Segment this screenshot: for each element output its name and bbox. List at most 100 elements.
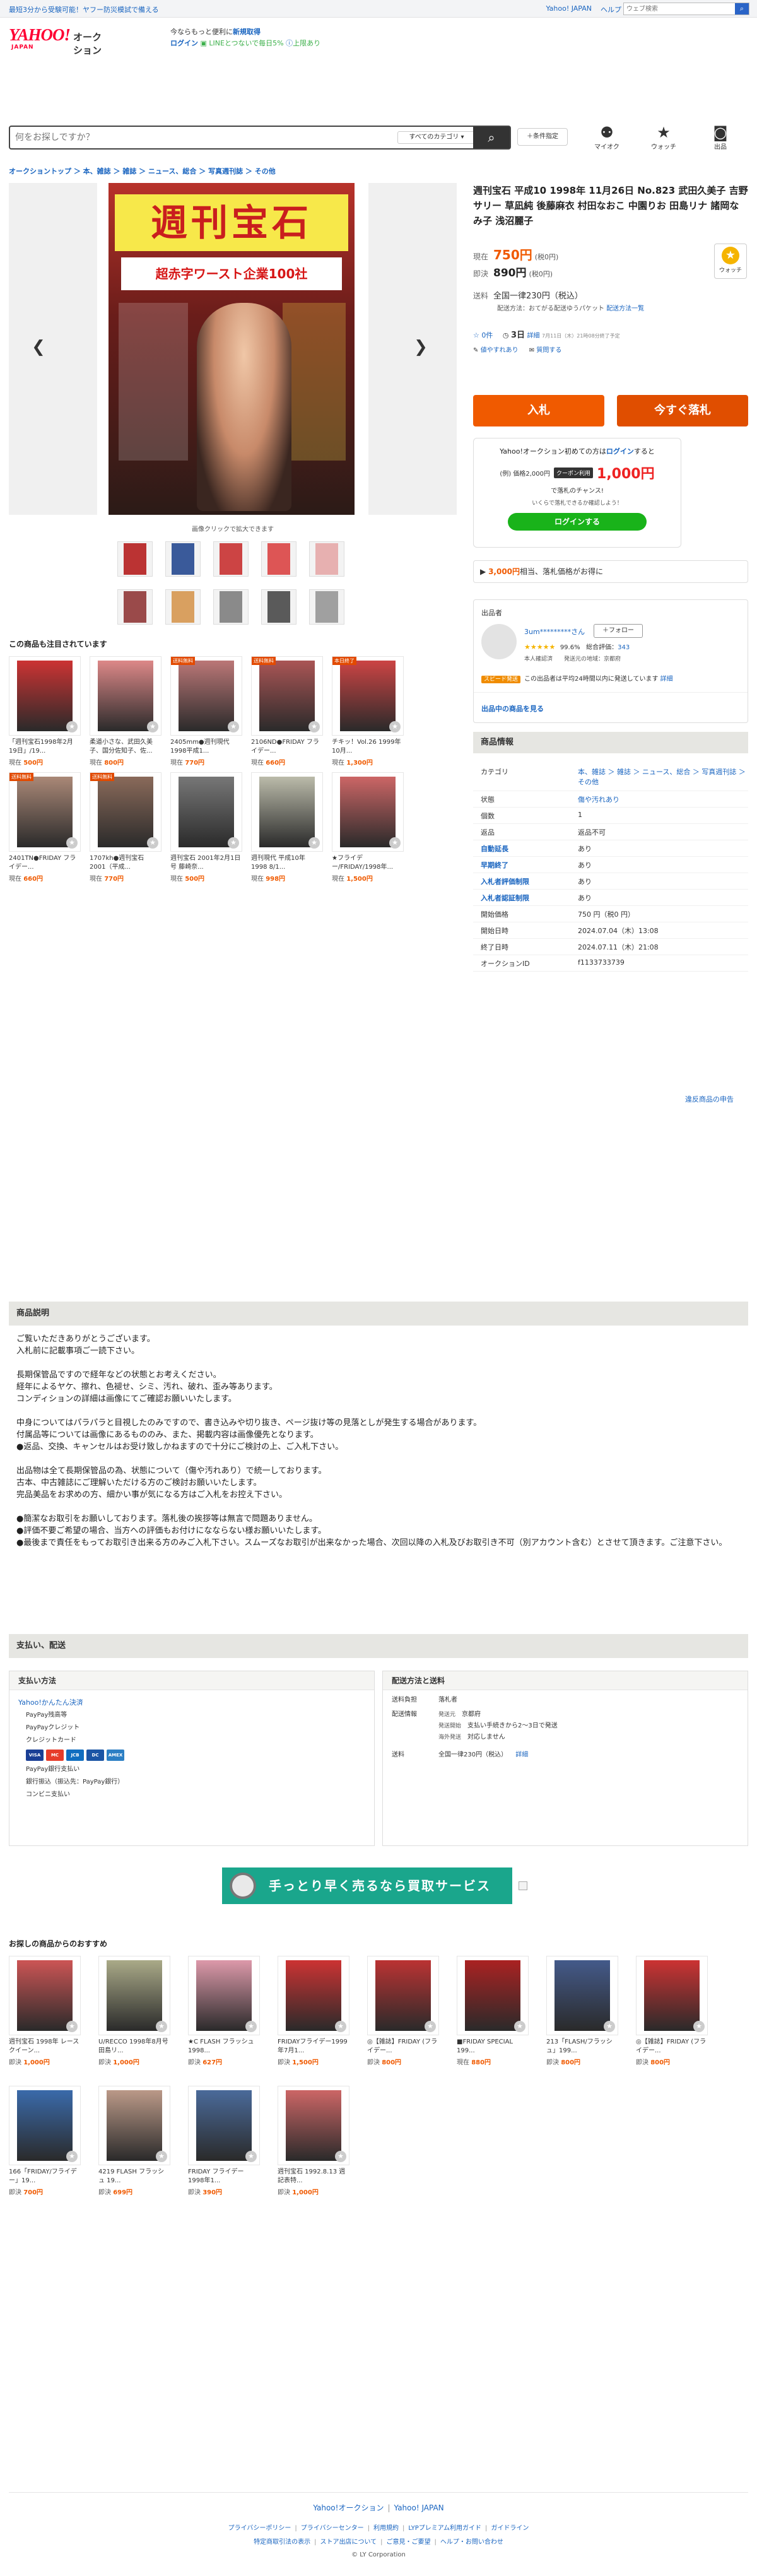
points-banner[interactable]: ▶ 3,000円相当、落札価格がお得に bbox=[473, 560, 748, 583]
broken-image-icon[interactable] bbox=[519, 1881, 527, 1890]
item-card[interactable]: ★ 「週刊宝石1998年2月19日」/19... 現在 500円 bbox=[9, 656, 81, 767]
footer-link[interactable]: 利用規約 bbox=[373, 2525, 399, 2532]
star-icon[interactable]: ★ bbox=[66, 2021, 78, 2032]
star-icon[interactable]: ★ bbox=[147, 837, 158, 849]
info-key[interactable]: 入札者評価制限 bbox=[473, 876, 578, 886]
footer-link[interactable]: 特定商取引法の表示 bbox=[254, 2539, 310, 2546]
item-card-title[interactable]: 4219 FLASH フラッシュ 19... bbox=[98, 2168, 170, 2185]
item-card[interactable]: ★ U/RECCO 1998年8月号 田島リ... 即決 1,000円 bbox=[98, 1956, 170, 2066]
thumbnail[interactable] bbox=[117, 541, 153, 577]
item-card-title[interactable]: 2401TN●FRIDAY フライデー... bbox=[9, 854, 81, 872]
footer-link[interactable]: プライバシーセンター bbox=[301, 2525, 364, 2532]
item-card-title[interactable]: ★C FLASH フラッシュ 1998... bbox=[188, 2038, 260, 2056]
item-card-image[interactable]: ★ bbox=[188, 2086, 260, 2165]
category-select[interactable]: すべてのカテゴリ ▾ bbox=[397, 131, 476, 144]
item-card-image[interactable]: ★ bbox=[90, 656, 161, 736]
star-icon[interactable]: ★ bbox=[425, 2021, 436, 2032]
signup-link[interactable]: 新規取得 bbox=[233, 28, 261, 36]
info-key[interactable]: 自動延長 bbox=[473, 844, 578, 854]
bid-button[interactable]: 入札 bbox=[473, 395, 604, 426]
item-card[interactable]: 送料無料 ★ 2401TN●FRIDAY フライデー... 現在 660円 bbox=[9, 772, 81, 883]
thumbnail[interactable] bbox=[309, 541, 344, 577]
item-card[interactable]: 送料無料 ★ 2405mm●週刊現代 1998平成1... 現在 770円 bbox=[170, 656, 242, 767]
item-card-image[interactable]: 送料無料 ★ bbox=[9, 772, 81, 852]
star-icon[interactable]: ★ bbox=[335, 2021, 346, 2032]
item-card[interactable]: 本日終了 ★ チキッ！Vol.26 1999年10月... 現在 1,300円 bbox=[332, 656, 404, 767]
item-card[interactable]: ★ ★フライデー/FRIDAY/1998年... 現在 1,500円 bbox=[332, 772, 404, 883]
shipping-detail-link[interactable]: 詳細 bbox=[515, 1751, 528, 1758]
item-card-title[interactable]: 2106ND●FRIDAY フライデー... bbox=[251, 738, 323, 756]
thumbnail[interactable] bbox=[165, 541, 201, 577]
item-card[interactable]: ★ ★C FLASH フラッシュ 1998... 即決 627円 bbox=[188, 1956, 260, 2066]
line-promo-text[interactable]: LINEとつないで毎日5% bbox=[209, 39, 283, 47]
star-icon[interactable]: ★ bbox=[308, 721, 320, 732]
footer-link[interactable]: LYPプレミアム利用ガイド bbox=[408, 2525, 481, 2532]
conditions-button[interactable]: ＋条件指定 bbox=[517, 128, 568, 146]
item-card-title[interactable]: ★フライデー/FRIDAY/1998年... bbox=[332, 854, 404, 872]
info-value[interactable]: 本、雑誌 ＞ 雑誌 ＞ ニュース、総合 ＞ 写真週刊誌 ＞ その他 bbox=[578, 767, 748, 787]
footer-link[interactable]: ヘルプ・お問い合わせ bbox=[440, 2539, 503, 2546]
item-card-image[interactable]: ★ bbox=[278, 2086, 349, 2165]
item-card[interactable]: ★ ◎【雑誌】FRIDAY (フライデー... 即決 800円 bbox=[367, 1956, 439, 2066]
report-link[interactable]: 違反商品の申告 bbox=[685, 1094, 734, 1104]
thumbnail[interactable] bbox=[309, 589, 344, 625]
star-icon[interactable]: ★ bbox=[156, 2021, 167, 2032]
star-icon[interactable]: ★ bbox=[245, 2151, 257, 2162]
item-card-title[interactable]: FRIDAY フライデー 1998年1... bbox=[188, 2168, 260, 2185]
thumbnail[interactable] bbox=[117, 589, 153, 625]
chevron-left-icon[interactable]: ❮ bbox=[30, 334, 47, 360]
seller-name[interactable]: 3um*********さん bbox=[524, 626, 585, 637]
star-icon[interactable]: ★ bbox=[604, 2021, 615, 2032]
main-item-image[interactable]: 週刊宝石 超赤字ワースト企業100社 bbox=[109, 183, 355, 515]
buyback-banner[interactable]: 手っとり早く売るなら買取サービス bbox=[222, 1867, 512, 1904]
speed-detail-link[interactable]: 詳細 bbox=[660, 676, 673, 683]
footer-link[interactable]: ストア出店について bbox=[320, 2539, 377, 2546]
item-card[interactable]: ★ 週刊宝石 1992.8.13 週記表特... 即決 1,000円 bbox=[278, 2086, 349, 2196]
item-card-title[interactable]: 166「FRIDAY/フライデー」19... bbox=[9, 2168, 81, 2185]
item-card-title[interactable]: 2405mm●週刊現代 1998平成1... bbox=[170, 738, 242, 756]
item-card-image[interactable]: ★ bbox=[278, 1956, 349, 2035]
yahoo-japan-link[interactable]: Yahoo! JAPAN bbox=[546, 4, 592, 15]
star-icon[interactable]: ★ bbox=[66, 837, 78, 849]
item-card-image[interactable]: 送料無料 ★ bbox=[170, 656, 242, 736]
item-card[interactable]: ★ ■FRIDAY SPECIAL 199... 現在 880円 bbox=[457, 1956, 529, 2066]
watch-button[interactable]: ★ ウォッチ bbox=[714, 244, 747, 279]
item-card-image[interactable]: ★ bbox=[188, 1956, 260, 2035]
main-search-input[interactable] bbox=[15, 131, 387, 144]
item-card-title[interactable]: 柔道小さな、武田久美子、国分佐知子、佐... bbox=[90, 738, 161, 756]
star-icon[interactable]: ★ bbox=[389, 721, 401, 732]
promo-link[interactable]: 最短3分から受験可能！ヤフー防災模試で備える bbox=[9, 4, 159, 15]
watch-nav[interactable]: ★ ウォッチ bbox=[645, 124, 683, 151]
ask-question-link[interactable]: 質問する bbox=[536, 347, 561, 354]
item-card-title[interactable]: 1707kh●週刊宝石 2001（平成... bbox=[90, 854, 161, 872]
item-card-title[interactable]: 週刊宝石 1992.8.13 週記表特... bbox=[278, 2168, 349, 2185]
star-icon[interactable]: ★ bbox=[66, 2151, 78, 2162]
footer-link[interactable]: Yahoo! JAPAN bbox=[394, 2503, 444, 2512]
star-icon[interactable]: ★ bbox=[308, 837, 320, 849]
item-card-image[interactable]: ★ bbox=[636, 1956, 708, 2035]
star-icon[interactable]: ★ bbox=[228, 721, 239, 732]
item-card-title[interactable]: チキッ！Vol.26 1999年10月... bbox=[332, 738, 404, 756]
thumbnail[interactable] bbox=[213, 589, 249, 625]
star-icon[interactable]: ★ bbox=[66, 721, 78, 732]
info-key[interactable]: 入札者認証制限 bbox=[473, 893, 578, 903]
easy-payment-link[interactable]: Yahoo!かんたん決済 bbox=[18, 1697, 365, 1709]
star-icon[interactable]: ★ bbox=[693, 2021, 705, 2032]
info-key[interactable]: 早期終了 bbox=[473, 860, 578, 870]
item-card[interactable]: ★ FRIDAYフライデー1999年7月1... 即決 1,500円 bbox=[278, 1956, 349, 2066]
avatar[interactable] bbox=[481, 624, 517, 659]
item-card[interactable]: ★ FRIDAY フライデー 1998年1... 即決 390円 bbox=[188, 2086, 260, 2196]
star-icon[interactable]: ★ bbox=[228, 837, 239, 849]
item-card-image[interactable]: ★ bbox=[9, 656, 81, 736]
item-card-image[interactable]: ★ bbox=[546, 1956, 618, 2035]
breadcrumb[interactable]: オークショントップ ＞ 本、雑誌 ＞ 雑誌 ＞ ニュース、総合 ＞ 写真週刊誌 … bbox=[9, 166, 276, 176]
follow-button[interactable]: ＋フォロー bbox=[594, 624, 643, 638]
item-card[interactable]: ★ 213「FLASH/フラッシュ」199... 即決 800円 bbox=[546, 1956, 618, 2066]
star-icon[interactable]: ★ bbox=[156, 2151, 167, 2162]
item-card-image[interactable]: ★ bbox=[98, 1956, 170, 2035]
item-card-title[interactable]: 213「FLASH/フラッシュ」199... bbox=[546, 2038, 618, 2056]
footer-link[interactable]: ご意見・ご要望 bbox=[387, 2539, 431, 2546]
star-icon[interactable]: ★ bbox=[514, 2021, 525, 2032]
item-card-title[interactable]: 「週刊宝石1998年2月19日」/19... bbox=[9, 738, 81, 756]
star-icon[interactable]: ★ bbox=[245, 2021, 257, 2032]
